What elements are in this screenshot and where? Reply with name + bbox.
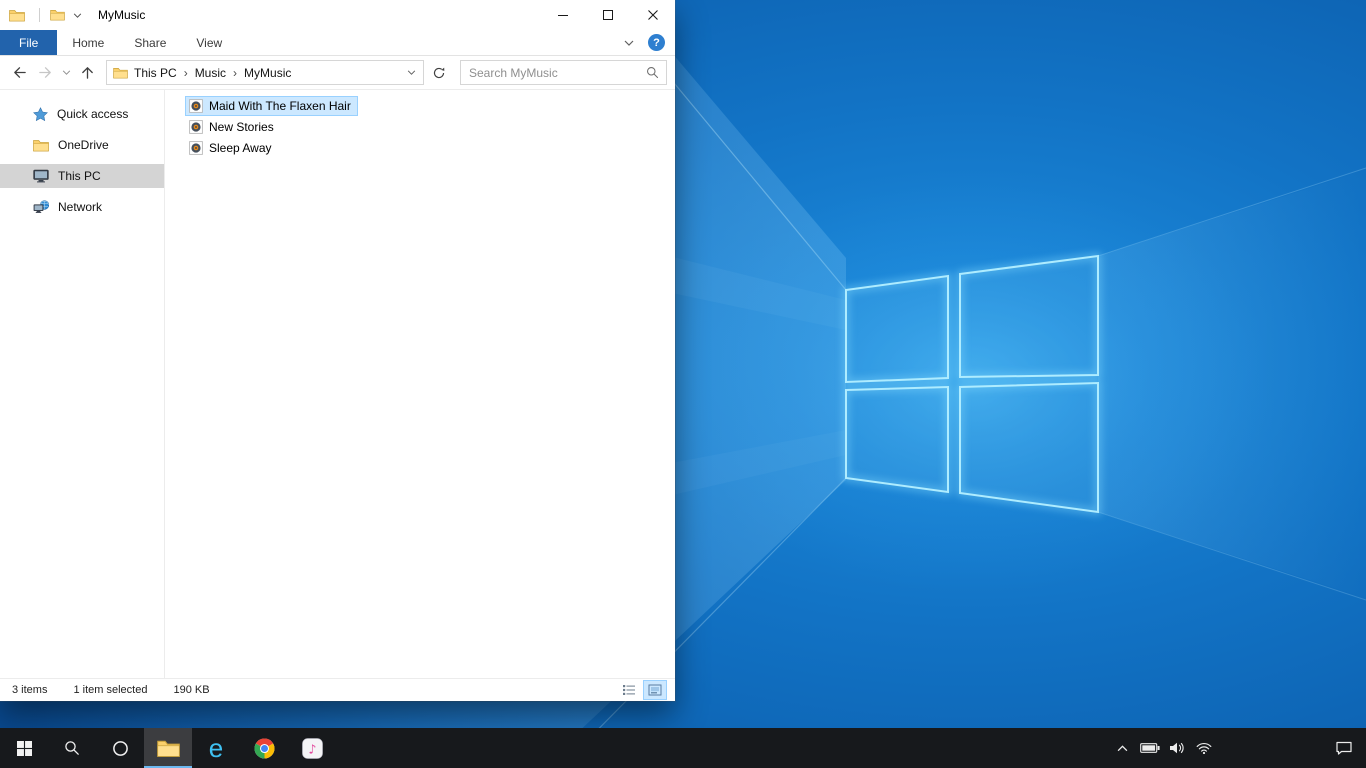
action-center-icon[interactable] bbox=[1321, 728, 1366, 768]
system-tray bbox=[1109, 728, 1366, 768]
search-icon[interactable] bbox=[646, 66, 659, 79]
taskbar-internet-explorer-icon[interactable]: e bbox=[192, 728, 240, 768]
audio-file-icon bbox=[189, 141, 203, 155]
taskbar-search-icon[interactable] bbox=[48, 728, 96, 768]
taskbar-file-explorer-icon[interactable] bbox=[144, 728, 192, 768]
explorer-window: MyMusic File Home Share View ? This PC ›… bbox=[0, 0, 675, 701]
titlebar[interactable]: MyMusic bbox=[0, 0, 675, 30]
expand-ribbon-chevron-icon[interactable] bbox=[624, 40, 634, 46]
file-name: Maid With The Flaxen Hair bbox=[209, 99, 351, 113]
selection-count: 1 item selected bbox=[73, 684, 148, 696]
tray-spacer bbox=[1217, 728, 1321, 768]
tab-home[interactable]: Home bbox=[57, 30, 119, 55]
back-button[interactable] bbox=[6, 60, 32, 86]
recent-locations-chevron-icon[interactable] bbox=[58, 60, 74, 86]
location-folder-icon bbox=[113, 67, 128, 79]
network-icon bbox=[33, 200, 49, 214]
system-menu-folder-icon[interactable] bbox=[9, 9, 25, 22]
sidebar-item-label: Quick access bbox=[57, 107, 129, 121]
refresh-icon[interactable] bbox=[426, 60, 452, 86]
address-bar[interactable]: This PC › Music › MyMusic bbox=[106, 60, 424, 85]
minimize-button[interactable] bbox=[540, 0, 585, 30]
battery-icon[interactable] bbox=[1136, 728, 1163, 768]
hidden-icons-chevron-up-icon[interactable] bbox=[1109, 728, 1136, 768]
breadcrumb-mymusic[interactable]: MyMusic bbox=[238, 66, 297, 80]
taskbar-chrome-icon[interactable] bbox=[240, 728, 288, 768]
sidebar-item-label: This PC bbox=[58, 169, 101, 183]
sidebar-item-label: OneDrive bbox=[58, 138, 109, 152]
file-list[interactable]: Maid With The Flaxen Hair New Stories Sl… bbox=[165, 90, 675, 678]
computer-icon bbox=[33, 169, 49, 183]
audio-file-icon bbox=[189, 120, 203, 134]
up-button[interactable] bbox=[74, 60, 100, 86]
tab-view[interactable]: View bbox=[181, 30, 237, 55]
taskbar: e ♪ bbox=[0, 728, 1366, 768]
file-item[interactable]: Sleep Away bbox=[185, 138, 279, 158]
sidebar-item-network[interactable]: Network bbox=[0, 195, 164, 219]
address-dropdown-chevron-icon[interactable] bbox=[401, 61, 421, 84]
sidebar-item-this-pc[interactable]: This PC bbox=[0, 164, 164, 188]
window-title: MyMusic bbox=[98, 8, 146, 22]
window-controls bbox=[540, 0, 675, 30]
navigation-bar: This PC › Music › MyMusic bbox=[0, 56, 675, 90]
forward-button[interactable] bbox=[32, 60, 58, 86]
tab-share[interactable]: Share bbox=[119, 30, 181, 55]
maximize-button[interactable] bbox=[585, 0, 630, 30]
file-name: New Stories bbox=[209, 120, 274, 134]
folder-icon bbox=[33, 139, 49, 152]
file-item[interactable]: New Stories bbox=[185, 117, 281, 137]
cortana-circle-icon[interactable] bbox=[96, 728, 144, 768]
speaker-icon[interactable] bbox=[1163, 728, 1190, 768]
audio-file-icon bbox=[189, 99, 203, 113]
wifi-icon[interactable] bbox=[1190, 728, 1217, 768]
selection-size: 190 KB bbox=[173, 684, 210, 696]
desktop: MyMusic File Home Share View ? This PC ›… bbox=[0, 0, 1366, 768]
details-view-button[interactable] bbox=[617, 680, 641, 700]
customize-qat-chevron-down-icon[interactable] bbox=[73, 13, 82, 18]
quick-access-toolbar-folder-icon[interactable] bbox=[50, 9, 65, 21]
file-name: Sleep Away bbox=[209, 141, 272, 155]
search-input[interactable] bbox=[469, 65, 646, 80]
start-button[interactable] bbox=[0, 728, 48, 768]
ribbon-tab-bar: File Home Share View ? bbox=[0, 30, 675, 56]
navigation-pane: Quick access OneDrive This PC Network bbox=[0, 90, 165, 678]
tab-file[interactable]: File bbox=[0, 30, 58, 55]
file-item[interactable]: Maid With The Flaxen Hair bbox=[185, 96, 358, 116]
search-box[interactable] bbox=[460, 60, 667, 85]
svg-text:♪: ♪ bbox=[308, 741, 316, 756]
breadcrumb-this-pc[interactable]: This PC bbox=[128, 66, 183, 80]
star-icon bbox=[33, 107, 48, 121]
item-count: 3 items bbox=[12, 684, 48, 696]
breadcrumb-music[interactable]: Music bbox=[189, 66, 232, 80]
taskbar-itunes-icon[interactable]: ♪ bbox=[288, 728, 336, 768]
sidebar-item-onedrive[interactable]: OneDrive bbox=[0, 133, 164, 157]
large-icons-view-button[interactable] bbox=[643, 680, 667, 700]
status-bar: 3 items 1 item selected 190 KB bbox=[0, 678, 675, 701]
titlebar-separator bbox=[39, 8, 40, 22]
sidebar-item-quick-access[interactable]: Quick access bbox=[0, 102, 164, 126]
close-button[interactable] bbox=[630, 0, 675, 30]
help-icon[interactable]: ? bbox=[648, 34, 665, 51]
sidebar-item-label: Network bbox=[58, 200, 103, 214]
